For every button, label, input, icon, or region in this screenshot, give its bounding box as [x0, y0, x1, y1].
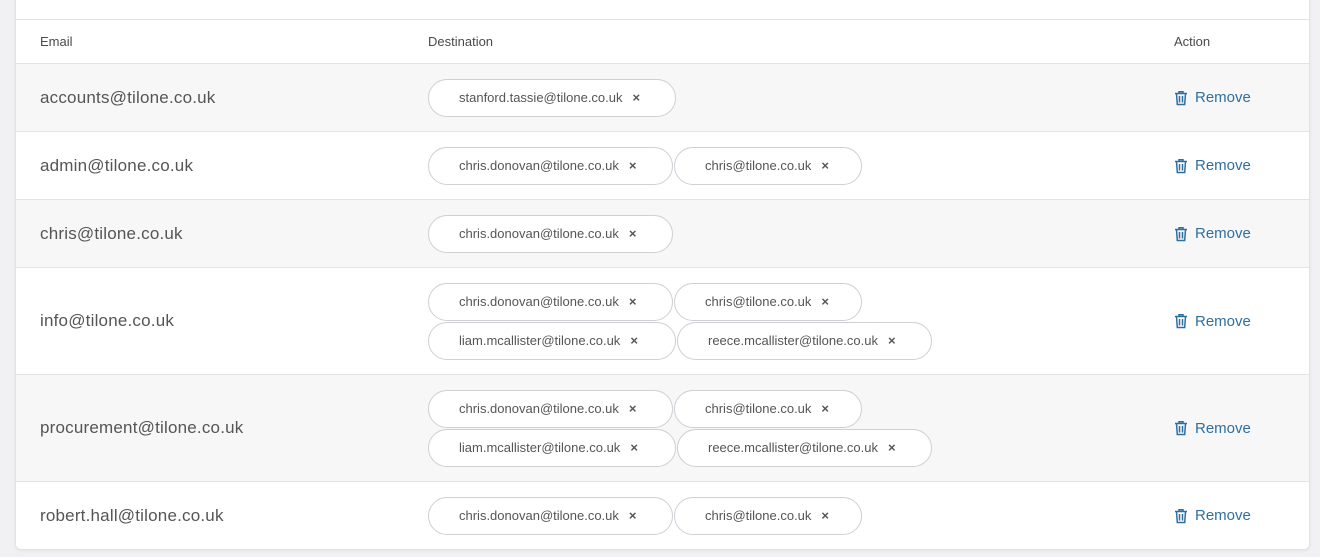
row-email: admin@tilone.co.uk — [40, 155, 194, 175]
trash-icon — [1174, 313, 1188, 329]
row-email: robert.hall@tilone.co.uk — [40, 505, 224, 525]
trash-icon — [1174, 158, 1188, 174]
row-email: chris@tilone.co.uk — [40, 223, 183, 243]
row-email: accounts@tilone.co.uk — [40, 87, 216, 107]
chip-label: chris.donovan@tilone.co.uk — [459, 294, 619, 309]
close-icon[interactable]: × — [629, 158, 637, 173]
close-icon[interactable]: × — [629, 226, 637, 241]
remove-label: Remove — [1195, 312, 1251, 330]
remove-button[interactable]: Remove — [1174, 268, 1251, 374]
trash-icon — [1174, 508, 1188, 524]
close-icon[interactable]: × — [629, 508, 637, 523]
trash-icon — [1174, 90, 1188, 106]
table-row: accounts@tilone.co.uk stanford.tassie@ti… — [16, 63, 1309, 131]
chip-label: chris@tilone.co.uk — [705, 508, 812, 523]
remove-button[interactable]: Remove — [1174, 64, 1251, 131]
chip-label: reece.mcallister@tilone.co.uk — [708, 440, 878, 455]
table-row: chris@tilone.co.uk chris.donovan@tilone.… — [16, 199, 1309, 267]
destination-chip: reece.mcallister@tilone.co.uk × — [677, 321, 932, 360]
remove-button[interactable]: Remove — [1174, 132, 1251, 199]
destination-cell: chris.donovan@tilone.co.uk × chris@tilone… — [428, 132, 862, 199]
destination-chip: chris.donovan@tilone.co.uk × — [428, 282, 673, 321]
chip-label: chris@tilone.co.uk — [705, 294, 812, 309]
destination-chip: chris.donovan@tilone.co.uk × — [428, 146, 673, 185]
table-header: Email Destination Action — [16, 19, 1309, 63]
row-email: procurement@tilone.co.uk — [40, 418, 244, 437]
close-icon[interactable]: × — [630, 333, 638, 348]
close-icon[interactable]: × — [633, 90, 641, 105]
destination-cell: chris.donovan@tilone.co.uk × chris@tilone… — [428, 268, 932, 374]
trash-icon — [1174, 226, 1188, 242]
header-email: Email — [40, 34, 73, 49]
close-icon[interactable]: × — [821, 508, 829, 523]
close-icon[interactable]: × — [821, 401, 829, 416]
header-destination: Destination — [428, 34, 494, 49]
destination-chip: liam.mcallister@tilone.co.uk × — [428, 321, 676, 360]
destination-chip: chris@tilone.co.uk × — [674, 496, 862, 535]
remove-label: Remove — [1195, 157, 1251, 174]
destination-chip: chris.donovan@tilone.co.uk × — [428, 214, 673, 253]
close-icon[interactable]: × — [821, 294, 829, 309]
destination-chip: chris@tilone.co.uk × — [674, 389, 862, 428]
destination-chip: chris.donovan@tilone.co.uk × — [428, 389, 673, 428]
destination-chip: liam.mcallister@tilone.co.uk × — [428, 428, 676, 467]
remove-label: Remove — [1195, 225, 1251, 242]
close-icon[interactable]: × — [630, 440, 638, 455]
destination-cell: chris.donovan@tilone.co.uk × chris@tilone… — [428, 482, 862, 549]
destination-chip: chris.donovan@tilone.co.uk × — [428, 496, 673, 535]
chip-label: stanford.tassie@tilone.co.uk — [459, 90, 623, 105]
chip-label: liam.mcallister@tilone.co.uk — [459, 333, 621, 348]
remove-label: Remove — [1195, 507, 1251, 524]
table-row: info@tilone.co.uk chris.donovan@tilone.c… — [16, 267, 1309, 374]
destination-cell: chris.donovan@tilone.co.uk × — [428, 200, 673, 267]
chip-label: reece.mcallister@tilone.co.uk — [708, 333, 878, 348]
table-row: procurement@tilone.co.uk chris.donovan@t… — [16, 374, 1309, 481]
chip-label: chris.donovan@tilone.co.uk — [459, 226, 619, 241]
forwarding-table-card: Email Destination Action accounts@tilone… — [15, 0, 1310, 550]
destination-cell: stanford.tassie@tilone.co.uk × — [428, 64, 676, 131]
chip-label: chris.donovan@tilone.co.uk — [459, 508, 619, 523]
chip-label: chris.donovan@tilone.co.uk — [459, 158, 619, 173]
destination-chip: chris@tilone.co.uk × — [674, 146, 862, 185]
chip-label: chris@tilone.co.uk — [705, 401, 812, 416]
chip-label: chris@tilone.co.uk — [705, 158, 812, 173]
close-icon[interactable]: × — [821, 158, 829, 173]
remove-label: Remove — [1195, 89, 1251, 106]
trash-icon — [1174, 420, 1188, 436]
header-action: Action — [1174, 34, 1211, 49]
table-row: admin@tilone.co.uk chris.donovan@tilone.… — [16, 131, 1309, 199]
close-icon[interactable]: × — [888, 440, 896, 455]
destination-chip: chris@tilone.co.uk × — [674, 282, 862, 321]
remove-label: Remove — [1195, 419, 1251, 437]
destination-cell: chris.donovan@tilone.co.uk × chris@tilone… — [428, 375, 932, 481]
destination-chip: reece.mcallister@tilone.co.uk × — [677, 428, 932, 467]
close-icon[interactable]: × — [629, 294, 637, 309]
row-email: info@tilone.co.uk — [40, 311, 175, 330]
close-icon[interactable]: × — [629, 401, 637, 416]
remove-button[interactable]: Remove — [1174, 200, 1251, 267]
remove-button[interactable]: Remove — [1174, 482, 1251, 549]
chip-label: liam.mcallister@tilone.co.uk — [459, 440, 621, 455]
remove-button[interactable]: Remove — [1174, 375, 1251, 481]
chip-label: chris.donovan@tilone.co.uk — [459, 401, 619, 416]
close-icon[interactable]: × — [888, 333, 896, 348]
table-row: robert.hall@tilone.co.uk chris.donovan@t… — [16, 481, 1309, 549]
destination-chip: stanford.tassie@tilone.co.uk × — [428, 78, 676, 117]
